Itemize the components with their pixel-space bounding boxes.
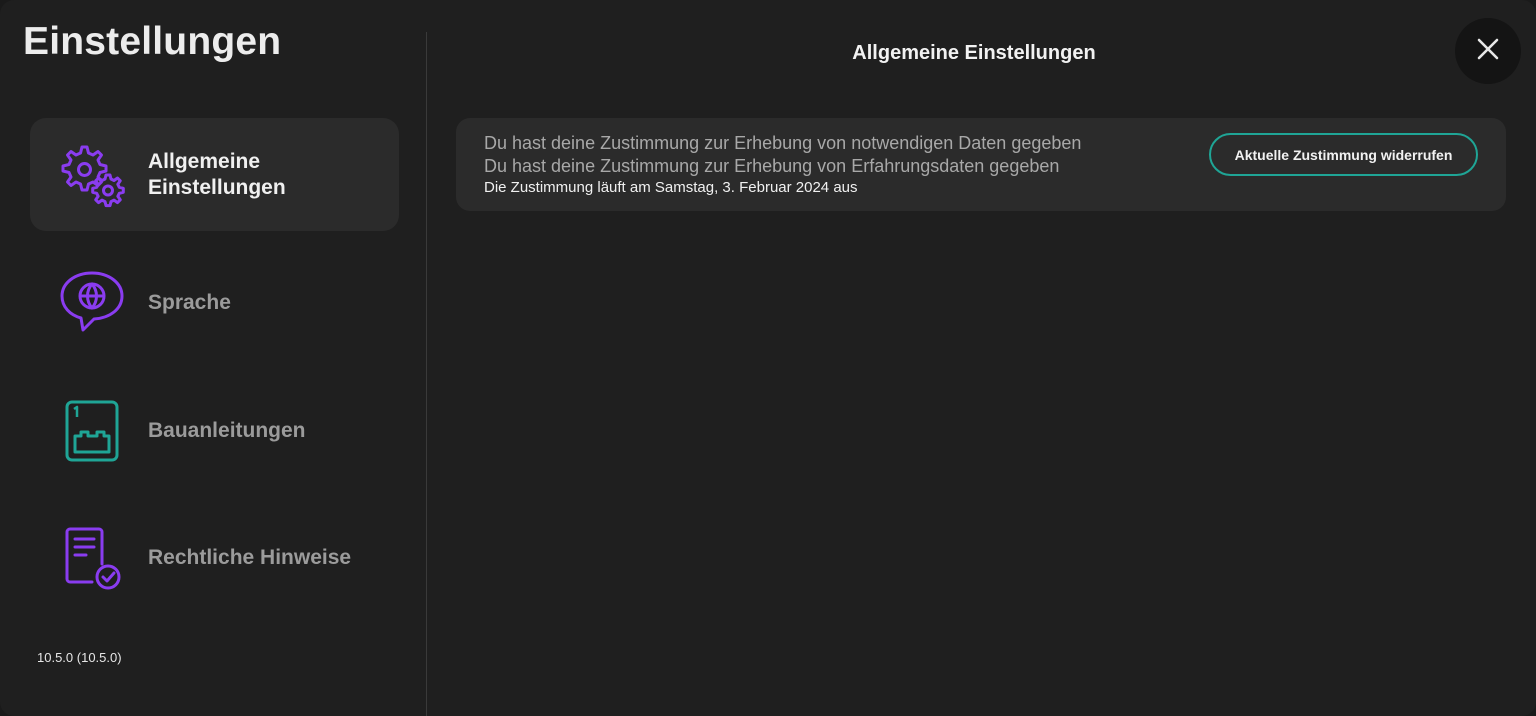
sidebar-item-language[interactable]: Sprache <box>30 246 399 359</box>
legal-document-icon <box>56 522 128 594</box>
sidebar-item-label: Rechtliche Hinweise <box>148 545 352 569</box>
page-title: Einstellungen <box>23 20 282 63</box>
sidebar-item-legal-notices[interactable]: Rechtliche Hinweise <box>30 501 399 614</box>
sidebar-item-label: Allgemeine Einstellungen <box>148 149 286 199</box>
settings-window: Einstellungen Allgemeine Einstellungen S… <box>0 0 1536 716</box>
sidebar-item-general-settings[interactable]: Allgemeine Einstellungen <box>30 118 399 231</box>
consent-panel: Du hast deine Zustimmung zur Erhebung vo… <box>456 118 1506 211</box>
consent-experience-data-text: Du hast deine Zustimmung zur Erhebung vo… <box>484 156 1060 176</box>
sidebar-item-building-instructions[interactable]: Bauanleitungen <box>30 374 399 487</box>
close-button[interactable] <box>1455 18 1521 84</box>
consent-expiry-text: Die Zustimmung läuft am Samstag, 3. Febr… <box>484 179 858 196</box>
section-title: Allgemeine Einstellungen <box>852 42 1096 64</box>
gears-icon <box>56 139 128 211</box>
consent-necessary-data-text: Du hast deine Zustimmung zur Erhebung vo… <box>484 133 1082 153</box>
app-version: 10.5.0 (10.5.0) <box>37 650 122 665</box>
sidebar-item-label: Bauanleitungen <box>148 418 306 442</box>
revoke-consent-button[interactable]: Aktuelle Zustimmung widerrufen <box>1209 133 1478 176</box>
sidebar-divider <box>426 32 427 716</box>
globe-chat-icon <box>56 267 128 339</box>
sidebar-item-label: Sprache <box>148 290 231 314</box>
close-icon <box>1476 37 1500 66</box>
building-instructions-icon <box>56 395 128 467</box>
